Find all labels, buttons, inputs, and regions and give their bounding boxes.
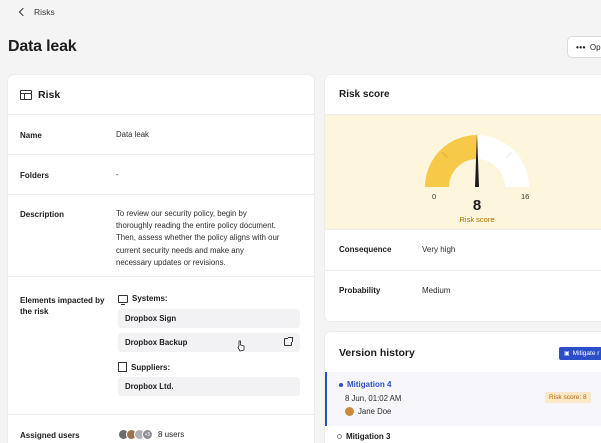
- assigned-label: Assigned users: [20, 431, 80, 440]
- probability-row: Probability Medium: [325, 271, 601, 312]
- probability-label: Probability: [339, 286, 381, 295]
- external-link-icon[interactable]: [284, 337, 293, 346]
- version-date: 8 Jun, 01:02 AM: [345, 394, 402, 403]
- description-line: necessary updates or revisions.: [116, 257, 226, 267]
- consequence-label: Consequence: [339, 245, 392, 254]
- gauge-area: 0 16 8 Risk score: [325, 115, 601, 230]
- risk-score-header: Risk score: [325, 75, 601, 115]
- elements-row: Elements impacted by the risk Systems: D…: [8, 277, 314, 415]
- shield-icon: ▣: [564, 351, 570, 357]
- assigned-count: 8 users: [158, 430, 185, 439]
- avatar-more: +5: [142, 429, 153, 440]
- description-label: Description: [20, 210, 65, 219]
- breadcrumb[interactable]: Risks: [18, 5, 55, 19]
- version-history-card: Version history ▣ Mitigate r Mitigation …: [325, 332, 601, 443]
- gauge-value: 8: [473, 197, 481, 214]
- suppliers-label: Suppliers:: [131, 362, 171, 372]
- risk-gauge: 0 16 8 Risk score: [425, 133, 529, 224]
- chevron-left-icon[interactable]: [18, 7, 28, 17]
- description-value: To review our security policy, begin by …: [116, 208, 306, 269]
- options-label: Op: [589, 42, 601, 52]
- systems-heading: Systems:: [118, 294, 300, 305]
- system-name[interactable]: Dropbox Backup: [125, 338, 187, 347]
- elements-label-line: Elements impacted by: [20, 296, 105, 305]
- options-button[interactable]: ••• Op: [567, 36, 601, 58]
- page-title: Data leak: [8, 38, 77, 55]
- folders-row: Folders -: [8, 155, 314, 195]
- name-label: Name: [20, 131, 42, 140]
- suppliers-heading: Suppliers:: [118, 362, 300, 372]
- folders-label: Folders: [20, 171, 49, 180]
- description-line: To review our security policy, begin by: [116, 209, 247, 218]
- mitigate-label: Mitigate r: [572, 350, 600, 357]
- assigned-users[interactable]: +5 8 users: [118, 429, 184, 440]
- description-line: thoroughly reading the entire policy doc…: [116, 221, 276, 231]
- elements-label: Elements impacted by the risk: [20, 295, 104, 317]
- system-name[interactable]: Dropbox Sign: [125, 314, 176, 323]
- version-name[interactable]: Mitigation 4: [339, 380, 391, 389]
- risk-card: Risk Name Data leak Folders - Descriptio…: [8, 75, 314, 443]
- name-value: Data leak: [116, 130, 149, 139]
- user-avatar-icon: [345, 407, 354, 416]
- gauge-max-label: 16: [521, 192, 529, 201]
- assigned-row: Assigned users +5 8 users: [8, 415, 314, 443]
- version-user-name: Jane Doe: [358, 407, 392, 416]
- risk-card-title: Risk: [38, 88, 61, 101]
- version-history-title: Version history: [339, 347, 415, 359]
- table-icon: [20, 89, 32, 100]
- description-row: Description To review our security polic…: [8, 195, 314, 277]
- risk-card-header: Risk: [8, 75, 314, 115]
- hand-cursor-icon: [237, 340, 245, 352]
- building-icon: [118, 362, 127, 372]
- elements-list: Systems: Dropbox Sign Dropbox Backup Sup…: [118, 294, 300, 396]
- inactive-dot-icon: [337, 434, 342, 439]
- risk-score-title: Risk score: [339, 89, 390, 100]
- supplier-name[interactable]: Dropbox Ltd.: [125, 382, 174, 391]
- gauge-caption: Risk score: [459, 215, 494, 224]
- probability-value: Medium: [422, 286, 451, 295]
- description-line: current security needs and make any: [116, 245, 244, 255]
- elements-label-line: the risk: [20, 307, 49, 316]
- version-name-text[interactable]: Mitigation 3: [346, 432, 390, 441]
- risk-score-badge: Risk score: 8: [545, 392, 591, 403]
- description-line: Then, assess whether the policy aligns w…: [116, 233, 280, 243]
- gauge-fill: [425, 135, 477, 187]
- version-name-text[interactable]: Mitigation 4: [347, 380, 391, 389]
- system-icon: [118, 294, 128, 305]
- mitigate-button[interactable]: ▣ Mitigate r: [559, 347, 601, 360]
- consequence-value: Very high: [422, 245, 456, 254]
- supplier-item[interactable]: Dropbox Ltd.: [118, 377, 300, 396]
- version-item-active[interactable]: Mitigation 4 8 Jun, 01:02 AM Jane Doe Ri…: [325, 372, 601, 426]
- systems-label: Systems:: [132, 294, 168, 303]
- version-item[interactable]: Mitigation 3: [337, 432, 390, 441]
- name-row: Name Data leak: [8, 115, 314, 155]
- system-item[interactable]: Dropbox Sign: [118, 309, 300, 328]
- gauge-min-label: 0: [432, 192, 436, 201]
- risk-score-card: Risk score 0 16 8 Risk score Consequence…: [325, 75, 601, 321]
- folders-value: -: [116, 170, 119, 179]
- breadcrumb-risks-link[interactable]: Risks: [34, 7, 55, 17]
- version-user: Jane Doe: [345, 407, 391, 416]
- consequence-row: Consequence Very high: [325, 230, 601, 271]
- avatar-group[interactable]: +5: [118, 429, 153, 440]
- active-dot-icon: [339, 382, 343, 387]
- more-dots-icon: •••: [576, 42, 586, 52]
- system-item[interactable]: Dropbox Backup: [118, 333, 300, 352]
